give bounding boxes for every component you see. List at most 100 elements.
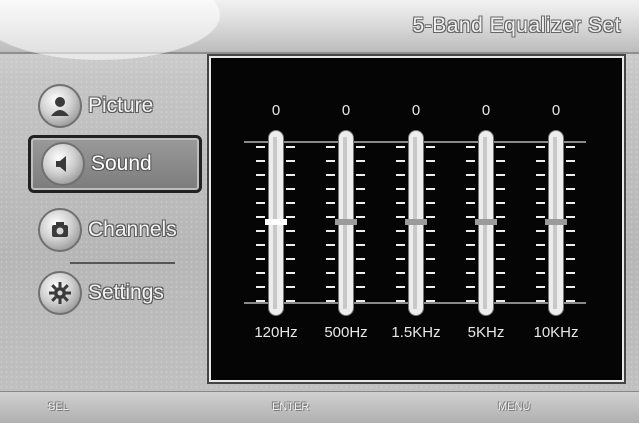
tick-mark <box>326 286 335 288</box>
tick-mark <box>496 202 505 204</box>
menu-item-picture[interactable]: Picture <box>28 80 196 132</box>
tick-mark <box>356 188 365 190</box>
tick-mark <box>466 272 475 274</box>
tick-mark <box>426 188 435 190</box>
menu-item-settings[interactable]: Settings <box>28 267 196 319</box>
tick-mark <box>466 230 475 232</box>
tick-mark <box>396 188 405 190</box>
tick-mark <box>466 244 475 246</box>
menu-item-channels[interactable]: Channels <box>28 204 196 256</box>
band-frequency: 500Hz <box>324 324 368 341</box>
tick-mark <box>466 160 475 162</box>
tick-mark <box>496 174 505 176</box>
tick-mark <box>286 216 295 218</box>
tick-mark <box>326 258 335 260</box>
tick-mark <box>566 286 575 288</box>
tick-mark <box>396 202 405 204</box>
tick-mark <box>536 286 545 288</box>
tick-mark <box>496 146 505 148</box>
tick-mark <box>396 174 405 176</box>
tick-mark <box>356 160 365 162</box>
tick-mark <box>326 146 335 148</box>
tick-mark <box>426 230 435 232</box>
tick-mark <box>256 202 265 204</box>
tick-mark <box>326 300 335 302</box>
eq-band-120hz[interactable]: 0 120Hz <box>246 58 306 380</box>
tick-mark <box>536 174 545 176</box>
tick-mark <box>466 174 475 176</box>
tick-mark <box>566 244 575 246</box>
tick-mark <box>256 300 265 302</box>
header-swoosh <box>0 0 220 60</box>
eq-band-10khz[interactable]: 0 10KHz <box>526 58 586 380</box>
tick-mark <box>536 146 545 148</box>
tick-mark <box>286 300 295 302</box>
tick-mark <box>426 146 435 148</box>
side-menu: Picture Sound Channels Settings <box>0 60 205 380</box>
menu-item-label: Channels <box>88 218 177 241</box>
slider-knob[interactable] <box>405 219 427 225</box>
tick-mark <box>356 286 365 288</box>
tick-mark <box>256 258 265 260</box>
tick-mark <box>566 300 575 302</box>
tick-mark <box>466 202 475 204</box>
tick-mark <box>426 160 435 162</box>
slider-knob[interactable] <box>545 219 567 225</box>
tick-mark <box>566 258 575 260</box>
speaker-icon <box>41 142 85 186</box>
tick-mark <box>396 300 405 302</box>
tick-mark <box>466 300 475 302</box>
tick-mark <box>536 160 545 162</box>
tick-mark <box>326 174 335 176</box>
tick-mark <box>566 216 575 218</box>
tick-mark <box>356 146 365 148</box>
tick-mark <box>286 286 295 288</box>
eq-band-1-5khz[interactable]: 0 1.5KHz <box>386 58 446 380</box>
tick-mark <box>326 244 335 246</box>
tick-mark <box>426 286 435 288</box>
footer-hint-bar: SEL ENTER MENU <box>0 391 639 423</box>
footer-hint-left: SEL <box>48 401 69 413</box>
eq-band-500hz[interactable]: 0 500Hz <box>316 58 376 380</box>
tick-mark <box>536 230 545 232</box>
tick-mark <box>356 174 365 176</box>
tick-mark <box>566 160 575 162</box>
tick-mark <box>396 160 405 162</box>
tick-mark <box>466 286 475 288</box>
tick-mark <box>566 230 575 232</box>
menu-item-sound[interactable]: Sound <box>28 135 202 193</box>
footer-hint-center: ENTER <box>272 401 310 413</box>
tick-mark <box>426 202 435 204</box>
tick-mark <box>426 174 435 176</box>
tick-mark <box>356 300 365 302</box>
header-bar: 5-Band Equalizer Set <box>0 0 639 60</box>
tick-mark <box>496 258 505 260</box>
tick-mark <box>426 216 435 218</box>
tick-mark <box>536 202 545 204</box>
slider-knob[interactable] <box>475 219 497 225</box>
camera-icon <box>38 208 82 252</box>
tick-mark <box>396 216 405 218</box>
band-frequency: 1.5KHz <box>391 324 441 341</box>
tick-mark <box>496 272 505 274</box>
eq-band-5khz[interactable]: 0 5KHz <box>456 58 516 380</box>
tick-mark <box>536 300 545 302</box>
slider-knob[interactable] <box>335 219 357 225</box>
tick-mark <box>326 160 335 162</box>
tick-mark <box>536 244 545 246</box>
tick-mark <box>496 244 505 246</box>
tick-mark <box>396 272 405 274</box>
tick-mark <box>396 258 405 260</box>
tick-mark <box>356 202 365 204</box>
band-frequency: 120Hz <box>254 324 298 341</box>
band-value: 0 <box>271 102 281 119</box>
slider-knob[interactable] <box>265 219 287 225</box>
tick-mark <box>286 258 295 260</box>
tick-mark <box>496 216 505 218</box>
tick-mark <box>286 146 295 148</box>
tick-mark <box>426 300 435 302</box>
tick-mark <box>566 188 575 190</box>
tick-mark <box>396 146 405 148</box>
tick-mark <box>466 258 475 260</box>
osd-screen: 5-Band Equalizer Set Picture Sound Chann… <box>0 0 639 423</box>
